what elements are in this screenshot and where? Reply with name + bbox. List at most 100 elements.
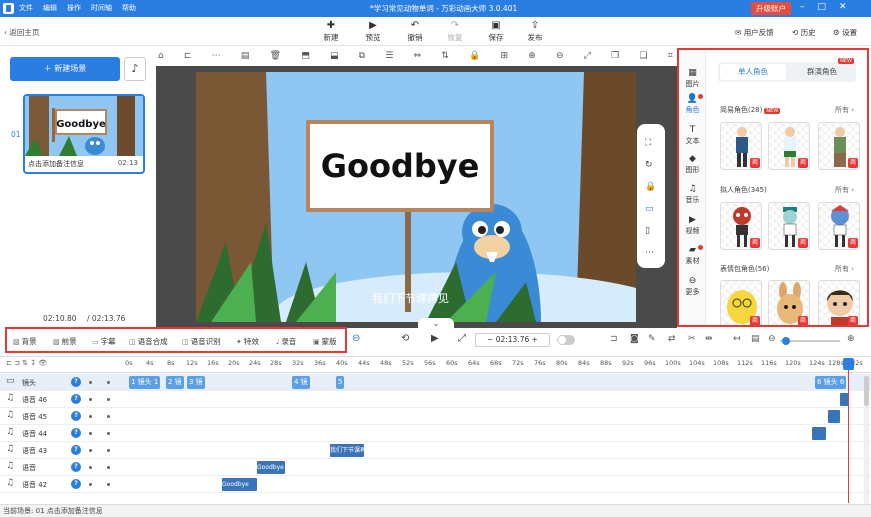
settings-button[interactable]: ⚙ 设置 [833,27,857,38]
more-simple-link[interactable]: 所有 › [835,105,854,115]
distribute-icon[interactable]: ⇔ [414,51,422,65]
timeline-scrollbar[interactable] [864,374,869,504]
fit-timeline-icon[interactable]: ↤ [733,334,741,344]
menu-help[interactable]: 帮助 [122,3,136,13]
mobile-icon[interactable]: ▯ [645,226,650,236]
paste-icon[interactable]: ▤ [241,51,250,65]
stage-lock-icon[interactable]: 🔒 [645,182,656,192]
edit-icon[interactable]: ✎ [648,334,656,344]
tab-music[interactable]: ♫ 音乐 [679,184,706,205]
group-icon[interactable]: ⧉ [359,51,365,65]
paste-special-icon[interactable]: ❏ [639,51,647,65]
tab-text[interactable]: T 文本 [679,125,706,146]
menu-action[interactable]: 操作 [67,3,81,13]
lock-icon[interactable]: 🔒 [469,51,480,65]
align-icon[interactable]: ☰ [385,51,393,65]
layer-down-icon[interactable]: ⬓ [330,51,339,65]
preview-button[interactable]: ▶ 预览 [358,20,388,43]
stage-subtitle[interactable]: 我们下节课再见 [372,290,449,306]
tab-more[interactable]: ⊖ 更多 [679,276,706,297]
redo-button[interactable]: ↷ 恢复 [440,20,470,43]
menu-timeline[interactable]: 时间轴 [91,3,112,13]
playhead[interactable] [848,358,849,503]
track-audio[interactable]: ♫ 语音 ? Goodbye [0,459,871,476]
lens-block[interactable]: 3 镜 [187,376,205,389]
record-tool[interactable]: ♩ 录音 [276,336,296,347]
desktop-icon[interactable]: ▭ [645,204,654,214]
lens-block[interactable]: 5 [336,376,345,389]
delete-icon[interactable]: 🗑 [270,51,281,65]
more-anthro-link[interactable]: 所有 › [835,185,854,195]
lens-block[interactable]: 6 镜头 6 [815,376,847,389]
timecode-box[interactable]: − 02:13.76 + [475,333,550,347]
track-audio[interactable]: ♫ 语音 45 ? [0,408,871,425]
track-audio[interactable]: ♫ 语音 42 ? Goodbye [0,476,871,493]
more-options-icon[interactable]: ⋯ [645,248,654,258]
feedback-button[interactable]: ✉ 用户反馈 [735,27,774,38]
lens-block[interactable]: 1 镜头 1 [129,376,161,389]
help-icon[interactable]: ? [71,428,81,438]
scene-music-button[interactable]: ♪ [124,57,146,81]
timecode-plus[interactable]: + [532,335,538,344]
character-card[interactable]: 商 [720,280,762,325]
close-icon[interactable]: ✕ [839,2,847,13]
help-icon[interactable]: ? [71,445,81,455]
character-card[interactable]: 商 [720,122,762,170]
help-icon[interactable]: ? [71,394,81,404]
audio-clip[interactable]: Goodbye [257,461,285,474]
help-icon[interactable]: ? [71,377,81,387]
scene-caption[interactable]: 点击添加备注信息 [28,159,84,169]
new-scene-button[interactable]: ＋ 新建场景 [10,57,120,81]
tab-material[interactable]: ▰ 素材 [679,245,706,266]
character-card[interactable]: 商 [768,280,810,325]
swap-icon[interactable]: ⇄ [668,334,676,344]
cut-icon[interactable]: ✂ [688,334,696,344]
timeline-zoom-handle[interactable] [782,337,790,345]
effects-tool[interactable]: ✦ 特效 [236,336,259,347]
crop-icon[interactable]: ⌗ [668,51,673,65]
zoom-out-timeline-icon[interactable]: ⊖ [768,334,776,344]
collapse-timeline-icon[interactable]: ⊖ [352,333,360,344]
more-dots-icon[interactable]: ⋯ [212,51,221,65]
track-audio[interactable]: ♫ 语音 44 ? [0,425,871,442]
track-audio[interactable]: ♫ 语音 43 ? 我们下节课再见 [0,442,871,459]
stage-sign[interactable]: Goodbye [306,120,494,212]
upgrade-button[interactable]: 升级账户 [751,2,791,15]
scene-card[interactable]: Goodbye 点击添加备注信息 02:13 [23,94,145,174]
timeline-toggle[interactable] [557,335,575,345]
character-card[interactable]: 商 [768,122,810,170]
rotate-icon[interactable]: ↻ [645,160,653,170]
subtitle-tool[interactable]: ▭ 字幕 [92,336,116,347]
flip-icon[interactable]: ⇅ [441,51,449,65]
tab-video[interactable]: ▶ 视频 [679,215,706,236]
align-left-icon[interactable]: ⊏ [184,51,192,65]
asr-tool[interactable]: ◫ 语音识别 [182,336,221,347]
layer-up-icon[interactable]: ⬒ [301,51,310,65]
back-home-button[interactable]: ‹ 返回主页 [4,27,39,38]
undo-button[interactable]: ↶ 撤销 [400,20,430,43]
segment-group[interactable]: 群演角色 [790,64,854,80]
timecode-minus[interactable]: − [487,335,493,344]
playhead-handle[interactable] [843,358,854,370]
background-tool[interactable]: ▨ 背景 [13,336,37,347]
character-card[interactable]: 商 [720,202,762,250]
timeline-ruler[interactable]: ⊏ ⊐ ⇅ ↧ 👁 0s 4s 8s 12s 16s 20s 24s 28s 3… [0,356,871,373]
fullscreen-icon[interactable]: ⛶ [645,138,651,148]
tts-tool[interactable]: ◫ 语音合成 [129,336,168,347]
grid-icon[interactable]: ⊞ [501,51,509,65]
grid-timeline-icon[interactable]: ▤ [751,334,760,344]
save-button[interactable]: ▣ 保存 [481,20,511,43]
rewind-icon[interactable]: ⟲ [401,333,409,344]
foreground-tool[interactable]: ▧ 前景 [53,336,77,347]
audio-clip[interactable] [812,427,826,440]
new-button[interactable]: ✚ 新建 [316,20,346,43]
help-icon[interactable]: ? [71,462,81,472]
help-icon[interactable]: ? [71,411,81,421]
audio-clip[interactable]: 我们下节课再见 [330,444,364,457]
publish-button[interactable]: ⇪ 发布 [520,20,550,43]
copy-icon[interactable]: ❐ [611,51,619,65]
tab-shape[interactable]: ◆ 图形 [679,154,706,175]
camera-icon[interactable]: ◙ [630,334,639,344]
history-button[interactable]: ⟲ 历史 [792,27,816,38]
split-icon[interactable]: ⇹ [705,334,713,344]
